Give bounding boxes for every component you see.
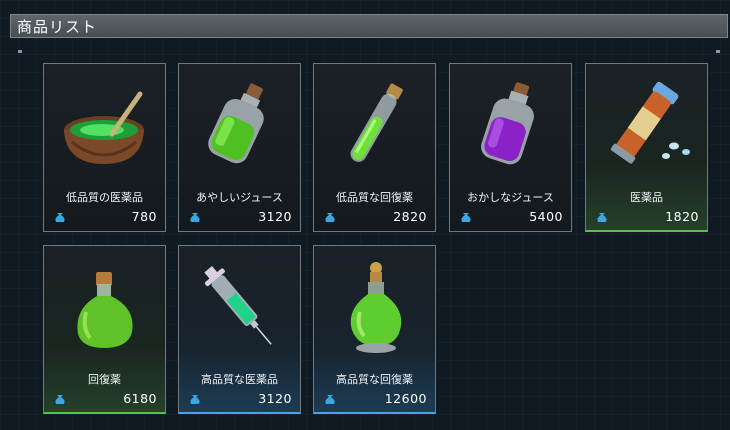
item-name: 回復薬 [88,373,121,386]
corner-marker [716,50,720,53]
syringe-icon [204,266,272,345]
money-bag-icon [325,213,335,222]
pill-tube-icon [610,81,690,164]
test-tube-icon [350,83,403,162]
ornate-flask-icon [350,262,402,353]
money-bag-icon [597,213,607,222]
shop-item-card[interactable]: 低品質な回復薬 2820 [313,63,436,232]
money-bag-icon [55,395,65,404]
shop-item-card[interactable]: 医薬品 1820 [585,63,708,232]
item-price: 6180 [123,391,157,406]
herb-bowl-icon [64,91,144,164]
shop-item-card[interactable]: あやしいジュース 3120 [178,63,301,232]
shop-item-card[interactable]: 回復薬 6180 [43,245,166,414]
shop-list-header: 商品リスト [10,14,728,38]
shop-item-card[interactable]: おかしなジュース 5400 [449,63,572,232]
money-bag-icon [190,395,200,404]
purple-bottle-icon [481,82,534,165]
item-name: 高品質な医薬品 [201,373,278,386]
shop-item-card[interactable]: 低品質の医薬品 780 [43,63,166,232]
item-name: 医薬品 [630,191,663,204]
item-name: おかしなジュース [467,191,554,204]
money-bag-icon [55,213,65,222]
item-price: 5400 [529,209,563,224]
money-bag-icon [190,213,200,222]
page-title: 商品リスト [17,18,98,36]
item-price: 12600 [384,391,427,406]
corner-marker [18,50,22,53]
item-name: あやしいジュース [196,191,283,204]
shop-item-card[interactable]: 高品質な医薬品 3120 [178,245,301,414]
money-bag-icon [461,213,471,222]
item-price: 3120 [258,209,292,224]
green-flask-icon [77,272,133,348]
item-price: 780 [131,209,157,224]
item-price: 1820 [665,209,699,224]
item-price: 2820 [393,209,427,224]
item-price: 3120 [258,391,292,406]
shop-item-card[interactable]: 高品質な回復薬 12600 [313,245,436,414]
item-name: 高品質な回復薬 [336,373,413,386]
money-bag-icon [325,395,335,404]
green-bottle-icon [208,83,264,164]
item-name: 低品質の医薬品 [66,191,143,204]
item-name: 低品質な回復薬 [336,191,413,204]
